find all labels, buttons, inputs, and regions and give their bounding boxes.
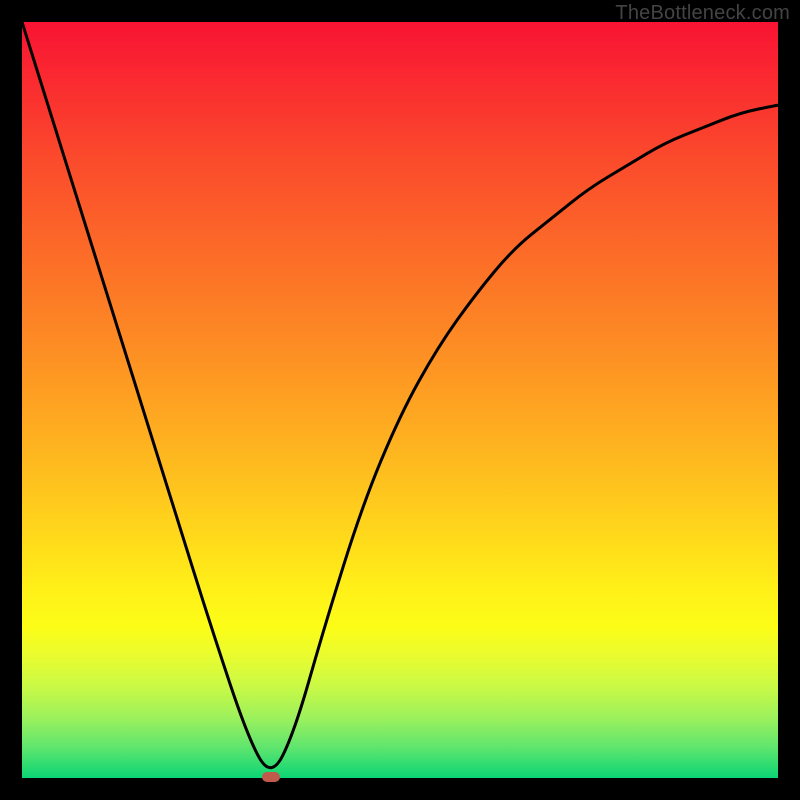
plot-area: [22, 22, 778, 778]
minimum-marker: [262, 772, 280, 782]
chart-svg: [22, 22, 778, 778]
chart-frame: TheBottleneck.com: [0, 0, 800, 800]
bottleneck-curve: [22, 22, 778, 768]
